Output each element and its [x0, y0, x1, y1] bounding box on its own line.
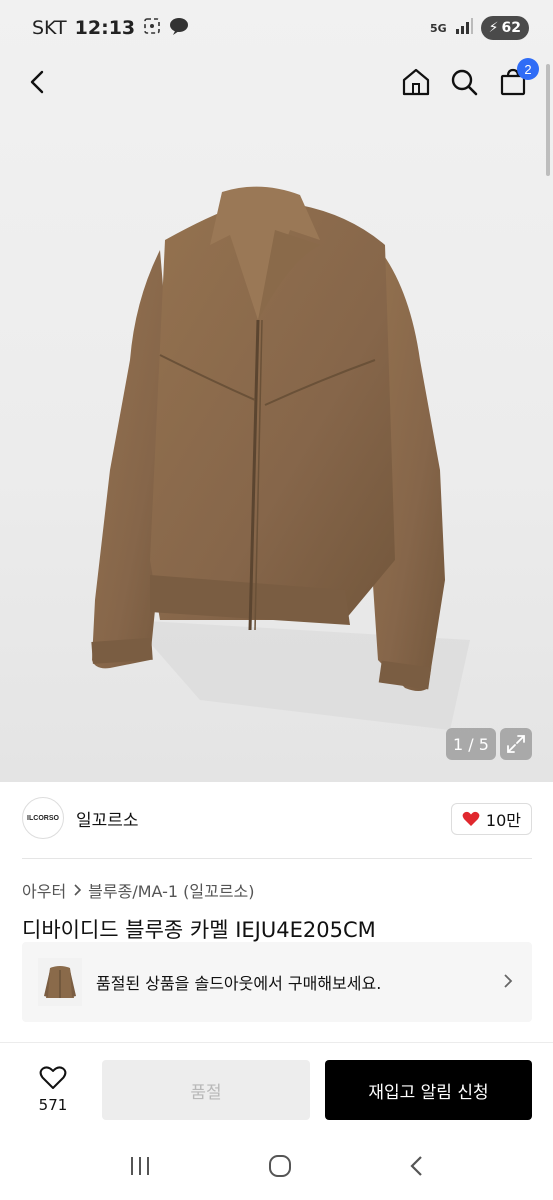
- breadcrumb-item-category[interactable]: 블루종/MA-1 (일꼬르소): [88, 878, 254, 902]
- image-counter: 1 / 5: [446, 728, 496, 760]
- carrier-label: SKT: [32, 17, 67, 39]
- chevron-right-icon: [504, 974, 513, 988]
- recent-apps-button[interactable]: [128, 1155, 152, 1181]
- status-left: SKT 12:13: [32, 17, 189, 40]
- search-button[interactable]: [444, 62, 484, 102]
- recent-apps-icon: [131, 1157, 150, 1175]
- heart-filled-icon: [462, 811, 480, 826]
- home-button[interactable]: [396, 62, 436, 102]
- home-circle-icon: [269, 1155, 292, 1177]
- cart-count-badge: 2: [517, 58, 539, 80]
- wishlist-button[interactable]: 571: [22, 1062, 84, 1118]
- soldout-button[interactable]: 품절: [102, 1060, 310, 1120]
- system-back-button[interactable]: [409, 1154, 425, 1182]
- bottom-bar-divider: [0, 1042, 553, 1043]
- breadcrumb-item-outer[interactable]: 아우터: [22, 878, 66, 902]
- battery-indicator: ⚡ 62: [480, 16, 529, 40]
- charging-icon: ⚡: [488, 20, 499, 36]
- soldout-notice-banner[interactable]: 품절된 상품을 솔드아웃에서 구매해보세요.: [22, 942, 532, 1022]
- brand-like-count: 10만: [485, 811, 521, 830]
- network-label: 5G: [429, 21, 447, 35]
- home-icon: [402, 68, 430, 96]
- screenshot-icon: [143, 17, 161, 40]
- breadcrumb: 아우터 블루종/MA-1 (일꼬르소): [22, 878, 255, 902]
- back-chevron-icon: [410, 1156, 422, 1176]
- wishlist-count: 571: [38, 1096, 68, 1114]
- signal-icon: [455, 18, 473, 38]
- chevron-right-icon: [74, 884, 82, 896]
- soldout-notice-text: 품절된 상품을 솔드아웃에서 구매해보세요.: [96, 974, 382, 993]
- cart-button[interactable]: 2: [493, 58, 539, 102]
- brand-logo[interactable]: ILCORSO: [22, 797, 64, 839]
- chat-icon: [169, 17, 189, 40]
- bottom-action-bar: 571 품절 재입고 알림 신청: [0, 1058, 553, 1122]
- status-bar: SKT 12:13 5G ⚡ 62: [0, 0, 553, 56]
- home-system-button[interactable]: [268, 1154, 292, 1182]
- heart-outline-icon: [39, 1066, 67, 1089]
- status-right: 5G ⚡ 62: [430, 16, 529, 40]
- system-navigation-bar: [0, 1140, 553, 1196]
- brand-name[interactable]: 일꼬르소: [76, 806, 139, 831]
- back-arrow-icon: [30, 70, 44, 94]
- product-image-area[interactable]: [0, 0, 553, 782]
- brand-row[interactable]: ILCORSO 일꼬르소 10만: [22, 795, 532, 841]
- product-jacket-image: [91, 186, 470, 730]
- restock-alert-button[interactable]: 재입고 알림 신청: [325, 1060, 532, 1120]
- top-navigation: 2: [0, 56, 553, 112]
- brand-like-button[interactable]: 10만: [450, 803, 532, 835]
- clock: 12:13: [74, 17, 136, 39]
- back-button[interactable]: [18, 62, 58, 102]
- section-divider: [22, 858, 532, 859]
- search-icon: [451, 69, 478, 96]
- product-thumbnail: [38, 958, 82, 1006]
- expand-icon: [507, 735, 525, 753]
- battery-level: 62: [501, 20, 521, 36]
- product-title: 디바이디드 블루종 카멜 IEJU4E205CM: [22, 918, 376, 942]
- expand-button[interactable]: [500, 728, 532, 760]
